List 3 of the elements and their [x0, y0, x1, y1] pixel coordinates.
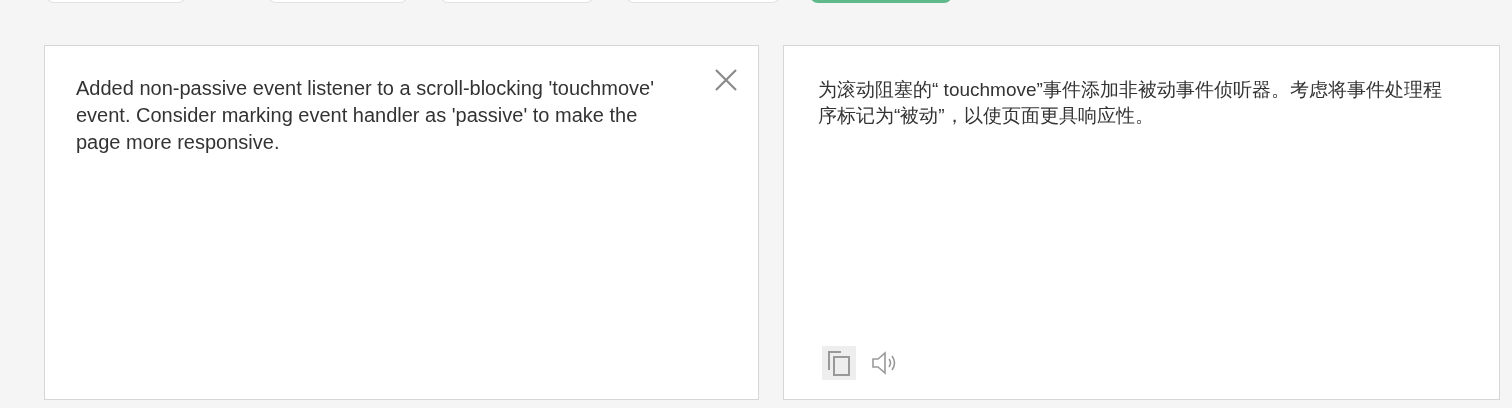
source-text: Added non-passive event listener to a scroll-blocking 'touchmove' event. Consider marking event handler as 'passive' to make the page more responsive. [76, 76, 655, 155]
copy-button[interactable] [822, 346, 856, 380]
translated-text: 为滚动阻塞的“ touchmove”事件添加非被动事件侦听器。考虑将事件处理程序标记为“被动”，以使页面更具响应性。 [818, 78, 1443, 128]
